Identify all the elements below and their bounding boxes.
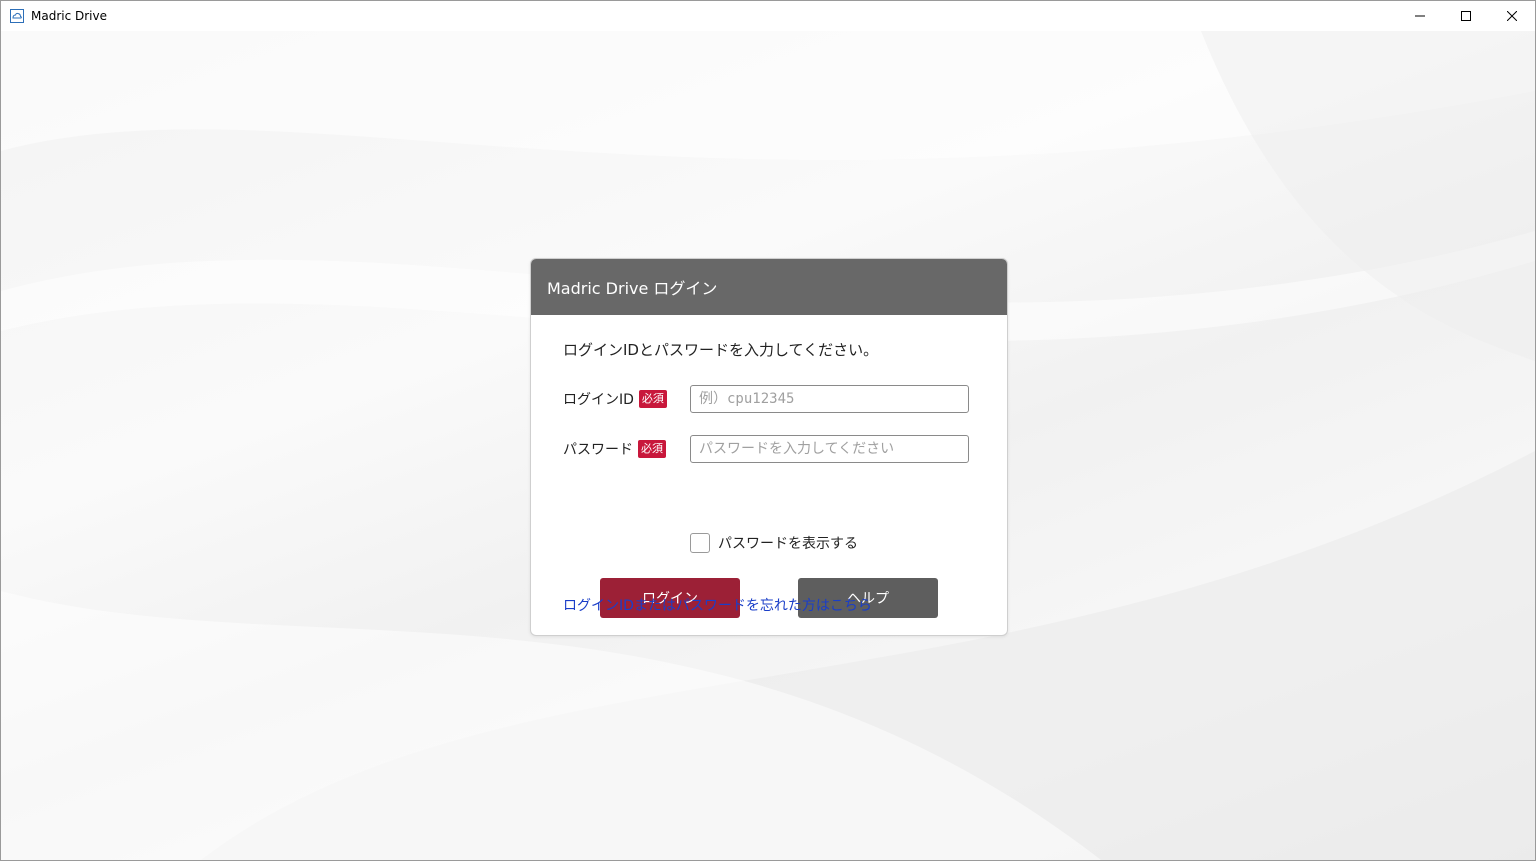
login-id-label-row: ログインID 必須 (563, 389, 667, 409)
title-bar[interactable]: Madric Drive (1, 1, 1535, 31)
instruction-text: ログインIDとパスワードを入力してください。 (563, 341, 879, 359)
show-password-row[interactable]: パスワードを表示する (690, 533, 858, 553)
window-controls (1397, 1, 1535, 31)
madric-drive-app-icon (9, 8, 25, 24)
required-badge: 必須 (638, 440, 666, 458)
dialog-body: ログインIDとパスワードを入力してください。 ログインID 必須 パスワード 必… (531, 315, 1007, 635)
close-button[interactable] (1489, 1, 1535, 31)
show-password-checkbox[interactable] (690, 533, 710, 553)
minimize-icon (1415, 15, 1425, 17)
forgot-credentials-link[interactable]: ログインIDまたはパスワードを忘れた方はこちら (563, 595, 872, 615)
dialog-title: Madric Drive ログイン (531, 259, 1007, 315)
login-dialog: Madric Drive ログイン ログインIDとパスワードを入力してください。… (530, 258, 1008, 636)
minimize-button[interactable] (1397, 1, 1443, 31)
maximize-icon (1461, 11, 1471, 21)
required-badge: 必須 (638, 390, 667, 408)
password-label: パスワード (563, 442, 633, 458)
window-title: Madric Drive (31, 9, 107, 23)
close-icon (1507, 11, 1517, 21)
show-password-label[interactable]: パスワードを表示する (718, 533, 858, 553)
password-label-row: パスワード 必須 (563, 439, 666, 459)
maximize-button[interactable] (1443, 1, 1489, 31)
password-input[interactable] (690, 435, 969, 463)
app-window: Madric Drive Madric Drive ログイン ログインIDとパス… (0, 0, 1536, 861)
login-id-input[interactable] (690, 385, 969, 413)
login-id-label: ログインID (563, 392, 634, 408)
